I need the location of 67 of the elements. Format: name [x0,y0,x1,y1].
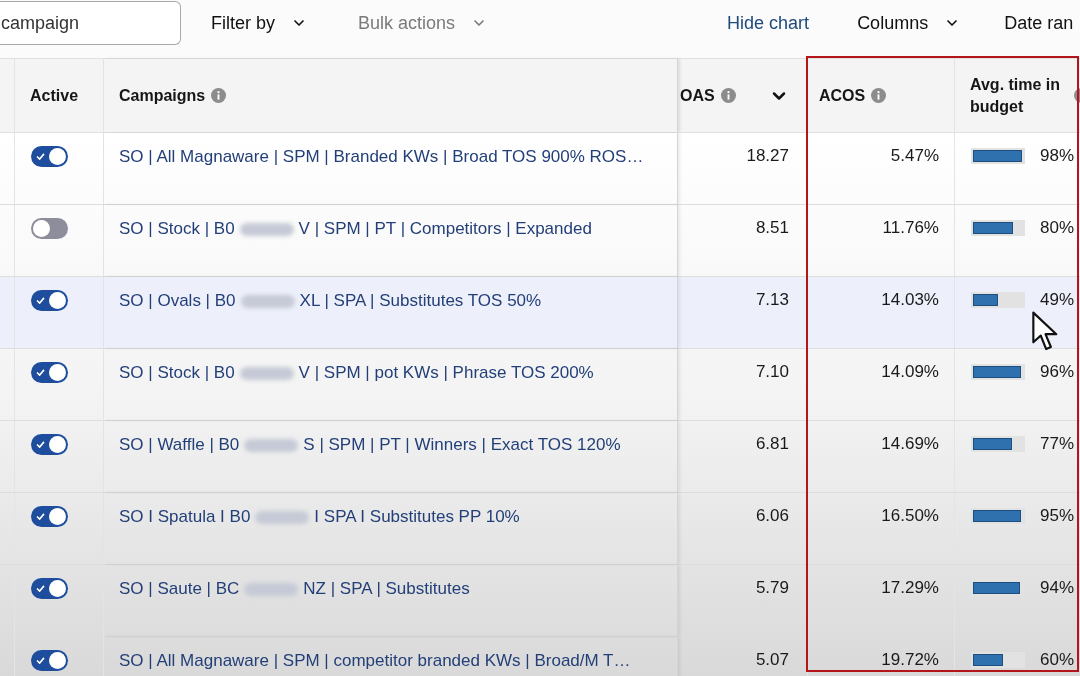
campaign-link[interactable]: SO | Saute | BC NZ | SPA | Substitutes [119,578,470,600]
budget-percentage: 60% [1039,649,1074,671]
column-header: ACOS [819,85,866,106]
roas-value: 8.51 [755,217,789,239]
check-icon [36,369,45,376]
column-header: Avg. time in budget [970,74,1062,117]
budget-percentage: 95% [1039,505,1074,527]
check-icon [36,657,45,664]
roas-value: 7.13 [755,289,789,311]
budget-percentage: 94% [1039,577,1074,599]
check-icon [36,513,45,520]
campaign-link[interactable]: SO | All Magnaware | SPM | competitor branded KWs | Broad/M T… [119,650,631,672]
check-icon [36,153,45,160]
toggle-switch[interactable] [31,578,68,599]
check-icon [36,297,45,304]
toggle-switch[interactable] [31,290,68,311]
info-icon[interactable] [720,88,736,103]
roas-value: 5.79 [755,577,789,599]
acos-value: 11.76% [882,217,939,239]
campaign-link[interactable]: SO | All Magnaware | SPM | Branded KWs | Broad TOS 900% ROS… [119,146,644,168]
roas-value: 6.06 [755,505,789,527]
campaign-link[interactable]: SO | Ovals | B0 XL | SPA | Substitutes TOS 50% [119,290,542,312]
roas-value: 18.27 [746,145,789,167]
acos-value: 14.09% [881,361,939,383]
date-range-button[interactable]: Date ran [1004,9,1074,37]
redaction-blur [239,222,294,236]
dropdown-button[interactable]: Columns [857,9,961,37]
toggle-switch[interactable] [31,650,68,671]
acos-value: 14.03% [881,289,939,311]
check-icon [36,585,45,592]
redaction-blur [244,582,299,596]
column-header: OAS [680,85,715,106]
dropdown-button[interactable]: Filter by [211,9,307,37]
campaign-link[interactable]: SO | Stock | B0 V | SPM | pot KWs | Phrase TOS 200% [119,362,594,384]
toggle-switch[interactable] [31,506,68,527]
column-header: Campaigns [119,85,206,106]
acos-value: 19.72% [881,649,939,671]
budget-percentage: 77% [1039,433,1074,455]
budget-percentage: 96% [1039,361,1074,383]
toggle-switch[interactable] [31,434,68,455]
acos-value: 17.29% [881,577,939,599]
roas-value: 6.81 [755,433,789,455]
redaction-blur [239,366,294,380]
check-icon [36,441,45,448]
hide-chart-link[interactable]: Hide chart [727,9,810,37]
acos-value: 14.69% [881,433,939,455]
redaction-blur [255,510,310,524]
acos-value: 16.50% [881,505,939,527]
mouse-pointer-icon [1032,311,1059,352]
toggle-switch[interactable] [31,218,68,239]
roas-value: 5.07 [755,649,789,671]
budget-percentage: 80% [1039,217,1074,239]
toggle-switch[interactable] [31,362,68,383]
info-icon[interactable] [871,88,887,103]
search-field[interactable]: campaign [0,1,181,45]
column-header: Active [30,85,79,106]
redaction-blur [240,294,295,308]
campaign-link[interactable]: SO | Stock | B0 V | SPM | PT | Competitors | Expanded [119,218,592,240]
redaction-blur [244,438,299,452]
budget-percentage: 98% [1039,145,1074,167]
acos-value: 5.47% [890,145,939,167]
toggle-switch[interactable] [31,146,68,167]
campaign-link[interactable]: SO I Spatula I B0 I SPA I Substitutes PP 10% [119,506,520,528]
info-icon[interactable] [211,88,227,103]
campaign-link[interactable]: SO | Waffle | B0 S | SPM | PT | Winners | Exact TOS 120% [119,434,621,456]
roas-value: 7.10 [755,361,789,383]
budget-percentage: 49% [1039,289,1074,311]
